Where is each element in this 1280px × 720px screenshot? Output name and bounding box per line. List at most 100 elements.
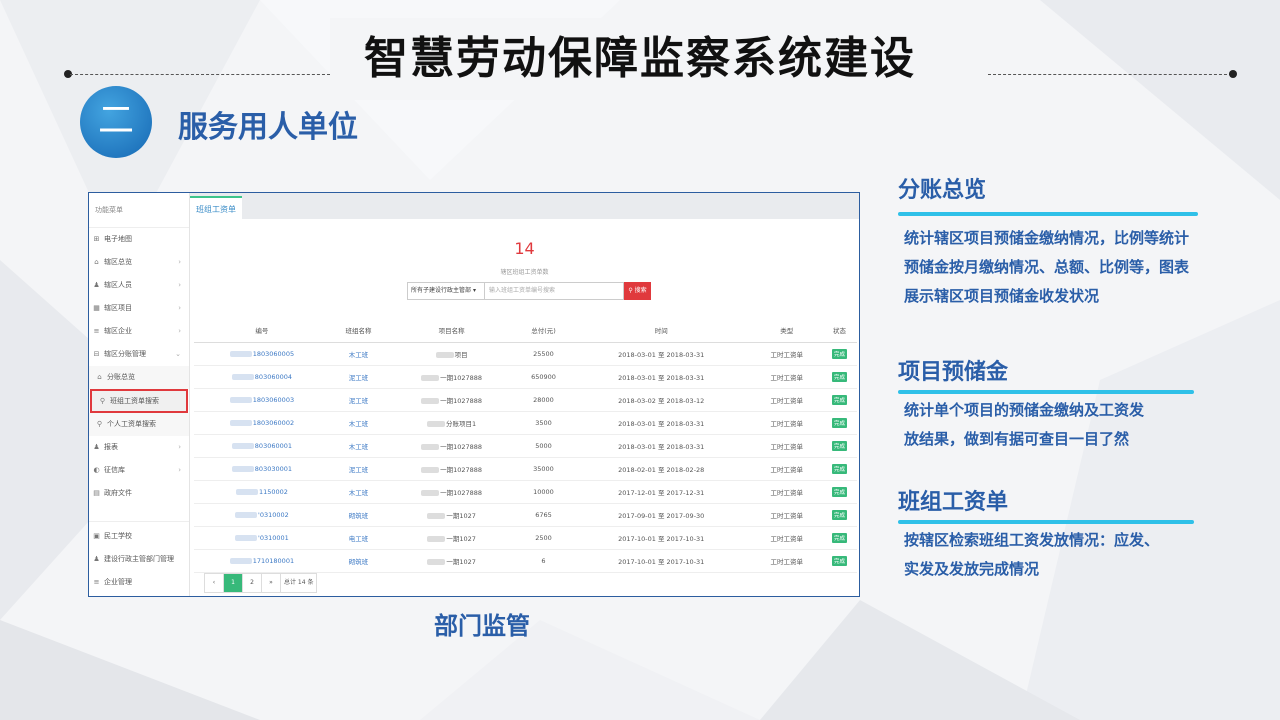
row-team[interactable]: 电工班 [329, 526, 388, 550]
row-team[interactable]: 泥工班 [329, 457, 388, 481]
row-id-text: 1150002 [258, 488, 288, 496]
sidebar-item[interactable]: ⌂ 辖区总览 › [89, 251, 189, 274]
feature-underline [898, 212, 1198, 216]
page-2-button[interactable]: 2 [243, 574, 262, 592]
grid-icon: ▦ [93, 304, 100, 312]
department-select[interactable]: 所有子建设行政主管部 ▾ [407, 282, 485, 300]
row-status: 完成 [822, 342, 857, 366]
list-icon: ≡ [93, 578, 100, 586]
search-icon: ⚲ [628, 287, 633, 294]
status-badge[interactable]: 完成 [832, 556, 848, 566]
row-status: 完成 [822, 365, 857, 389]
search-input[interactable]: 输入班组工资单编号搜索 [485, 282, 624, 300]
sidebar-item[interactable]: ⊞ 电子地图 [89, 228, 189, 251]
column-header: 项目名称 [387, 318, 517, 343]
sidebar-item-label: 辖区企业 [104, 327, 132, 335]
row-project-text: 一期1027 [446, 535, 476, 543]
status-badge[interactable]: 完成 [832, 349, 848, 359]
feature-account-overview: 分账总览 统计辖区项目预储金缴纳情况，比例等统计 预储金按月缴纳情况、总额、比例… [898, 176, 1198, 311]
department-select-value: 所有子建设行政主管部 [411, 287, 472, 294]
sidebar-item[interactable]: ♟ 报表 › [89, 436, 189, 459]
sidebar-item[interactable]: ◐ 征信库 › [89, 459, 189, 482]
status-badge[interactable]: 完成 [832, 464, 848, 474]
status-badge[interactable]: 完成 [832, 395, 848, 405]
sidebar-item-label: 班组工资单搜索 [110, 397, 159, 405]
row-team[interactable]: 木工班 [329, 411, 388, 435]
sidebar-item[interactable]: ≡ 企业管理 [89, 571, 189, 594]
row-total: 5000 [516, 434, 571, 458]
row-team[interactable]: 木工班 [329, 480, 388, 504]
row-id[interactable]: 1803060005 [194, 342, 330, 366]
row-type: 工时工资单 [751, 434, 823, 458]
tab-team-payroll[interactable]: 班组工资单 [190, 196, 242, 221]
sidebar-item[interactable]: ▤ 政府文件 [89, 482, 189, 505]
row-team[interactable]: 泥工班 [329, 388, 388, 412]
table-row: 1803060003 泥工班 一期1027888 28000 2018-03-02 至 … [194, 388, 857, 412]
status-badge[interactable]: 完成 [832, 418, 848, 428]
sidebar-item[interactable]: ⊟ 辖区分账管理 ⌄ [89, 343, 189, 366]
sidebar-item[interactable]: ≡ 辖区企业 › [89, 320, 189, 343]
sidebar-item[interactable]: ▣ 民工学校 [89, 525, 189, 548]
sidebar-item[interactable]: ▦ 辖区项目 › [89, 297, 189, 320]
row-team[interactable]: 砌筑班 [329, 549, 388, 573]
sidebar-item-label: 建设行政主管部门管理 [104, 555, 174, 563]
row-time: 2018-03-01 至 2018-03-31 [570, 342, 752, 366]
row-id[interactable]: 1710180001 [194, 549, 330, 573]
page-1-button[interactable]: 1 [224, 574, 243, 592]
status-badge[interactable]: 完成 [832, 441, 848, 451]
sidebar-item-label: 辖区人员 [104, 281, 132, 289]
row-team[interactable]: 砌筑班 [329, 503, 388, 527]
search-button-label: 搜索 [634, 287, 647, 294]
redacted-mark [229, 351, 252, 357]
column-header: 类型 [751, 318, 823, 343]
status-badge[interactable]: 完成 [832, 487, 848, 497]
tab-bar: 班组工资单 [190, 193, 859, 221]
map-icon: ⊞ [93, 235, 100, 243]
row-project-text: 一期1027 [446, 512, 476, 520]
payroll-count-label: 辖区班组工资单数 [500, 269, 549, 276]
row-id[interactable]: 1803060002 [194, 411, 330, 435]
row-project-text: 一期1027888 [440, 489, 483, 497]
sidebar-item[interactable]: ♟ 辖区人员 › [89, 274, 189, 297]
row-team[interactable]: 木工班 [329, 434, 388, 458]
row-id-text: 803060001 [254, 442, 293, 450]
column-header: 状态 [822, 318, 857, 343]
sidebar-item[interactable]: ⌂ 分账总览 [89, 366, 189, 389]
sidebar-item[interactable]: ♟ 建设行政主管部门管理 [89, 548, 189, 571]
feature-line: 统计单个项目的预储金缴纳及工资发 [904, 401, 1145, 419]
row-id[interactable]: 803060004 [194, 365, 330, 389]
row-id[interactable]: 803030001 [194, 457, 330, 481]
row-id[interactable]: 1803060003 [194, 388, 330, 412]
sidebar-item-label: 电子地图 [104, 235, 132, 243]
redacted-mark [421, 444, 440, 450]
sidebar-item[interactable]: ⚲ 班组工资单搜索 [90, 389, 188, 413]
school-icon: ▣ [93, 532, 100, 540]
sidebar-item[interactable]: ⚲ 个人工资单搜索 [89, 413, 189, 436]
row-project-text: 一期1027888 [440, 443, 483, 451]
chevron-icon: › [178, 327, 181, 335]
row-time: 2018-02-01 至 2018-02-28 [570, 457, 752, 481]
row-time: 2017-09-01 至 2017-09-30 [570, 503, 752, 527]
row-team[interactable]: 泥工班 [329, 365, 388, 389]
status-badge[interactable]: 完成 [832, 510, 848, 520]
row-project-text: 项目 [454, 351, 468, 359]
row-team[interactable]: 木工班 [329, 342, 388, 366]
redacted-mark [229, 558, 252, 564]
redacted-mark [229, 420, 252, 426]
search-button[interactable]: ⚲ 搜索 [624, 282, 651, 300]
sidebar-divider [89, 505, 189, 522]
status-badge[interactable]: 完成 [832, 372, 848, 382]
row-id[interactable]: 1150002 [194, 480, 330, 504]
chevron-icon: › [178, 258, 181, 266]
feature-title: 项目预储金 [898, 360, 1009, 385]
column-header: 总付(元) [516, 318, 571, 343]
sidebar-item-label: 辖区分账管理 [104, 350, 146, 358]
row-id[interactable]: 803060001 [194, 434, 330, 458]
row-id-text: '0310002 [258, 511, 289, 519]
next-page-button[interactable]: » [262, 574, 281, 592]
redacted-mark [235, 512, 258, 518]
prev-page-button[interactable]: ‹ [205, 574, 224, 592]
row-id[interactable]: '0310001 [194, 526, 330, 550]
status-badge[interactable]: 完成 [832, 533, 848, 543]
row-id[interactable]: '0310002 [194, 503, 330, 527]
